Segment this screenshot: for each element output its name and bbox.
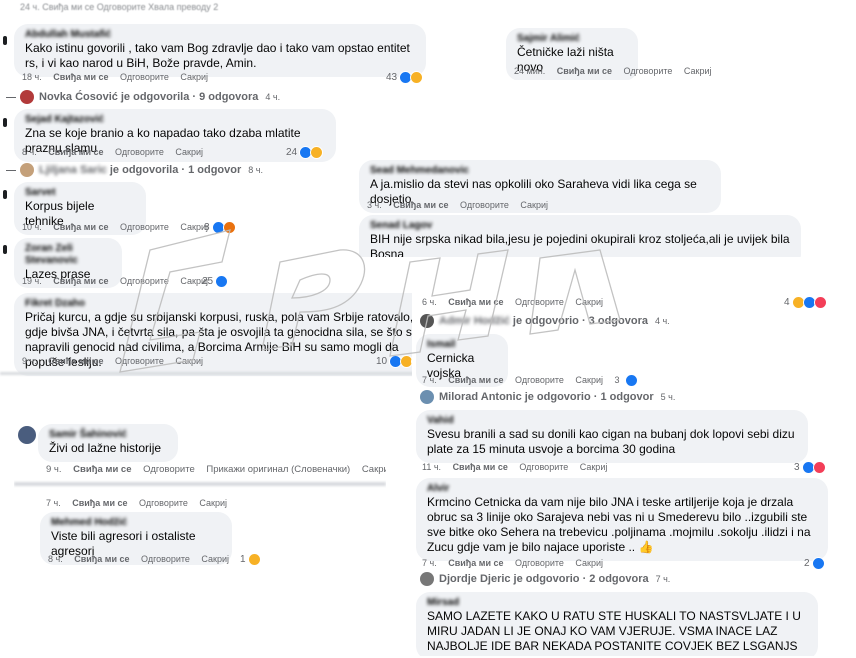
top-cut-actions: 24 ч. Свиђа ми се Одговорите Хвала прево…	[20, 2, 219, 12]
reaction-count[interactable]: 1	[240, 553, 261, 566]
avatar	[20, 163, 34, 177]
comment-actions: 6 ч. Свиђа ми се Одговорите Сакриј	[422, 297, 603, 307]
comment-text: Živi od lažne historije	[49, 441, 162, 455]
comment-author[interactable]: Mehmed Hodžić	[51, 517, 221, 529]
like-reaction-icon	[215, 275, 229, 288]
comment-actions: 3 ч. Свиђа ми се Одговорите Сакриј	[367, 200, 548, 210]
thread-marker	[3, 245, 7, 254]
comment-actions: 10 ч. Свиђа ми се Одговорите Сакриј	[22, 222, 208, 232]
replies-link[interactable]: Novka Ćosović je odgovorila · 9 odgovora…	[6, 90, 280, 104]
avatar	[420, 390, 434, 404]
reply-arrow-icon	[6, 169, 16, 171]
like-button[interactable]: Свиђа ми се	[53, 72, 108, 82]
comment-author[interactable]: Sarvet	[25, 187, 135, 199]
reaction-count[interactable]: 24	[286, 146, 324, 159]
avatar	[420, 314, 434, 328]
avatar	[420, 572, 434, 586]
comment-author[interactable]: Zoran Zeli Stevanovic	[25, 243, 111, 267]
love-reaction-icon	[813, 296, 827, 309]
avatar	[20, 90, 34, 104]
mid-right-comment-pane: Sead Mehmedanovic A ja.mislio da stevi n…	[355, 157, 805, 257]
comment-actions: 19 ч. Свиђа ми се Одговорите Сакриј	[22, 276, 208, 286]
comment-bubble: Mirsad SAMO LAZETE KAKO U RATU STE HUSKA…	[416, 592, 818, 656]
comment-text: Svesu branili a sad su donili kao cigan …	[427, 427, 795, 456]
comment-author[interactable]: Sead Mehmedanovic	[370, 165, 710, 177]
comment-bubble: Senad Lagov BIH nije srpska nikad bila,j…	[359, 215, 801, 257]
comment-bubble: Samir Šahinović Živi od lažne historije	[38, 424, 178, 462]
comment-actions: 11 ч. Свиђа ми се Одговорите Сакриј	[422, 462, 608, 472]
cut-divider	[0, 372, 440, 375]
haha-reaction-icon	[410, 71, 424, 84]
thread-marker	[3, 118, 7, 127]
comment-actions: 18 ч. Свиђа ми се Одговорите Сакриј	[22, 72, 217, 82]
comment-text: SAMO LAZETE KAKO U RATU STE HUSKALI TO N…	[427, 609, 801, 653]
comment-author[interactable]: Samir Šahinović	[49, 429, 167, 441]
bottom-left-comments-pane: Samir Šahinović Živi od lažne historije …	[14, 418, 386, 490]
reaction-count[interactable]: 43	[386, 71, 424, 84]
comment-bubble: Abdullah Mustafić Kako istinu govorili ,…	[14, 24, 426, 77]
replies-link[interactable]: Djordje Djeric je odgovorio · 2 odgovora…	[420, 572, 670, 586]
comment-author[interactable]: Alvir	[427, 483, 817, 495]
comment-actions: 9 ч. Свиђа ми се Одговорите Сакриј	[22, 356, 203, 366]
cut-divider	[14, 482, 386, 486]
comment-author[interactable]: Vahid	[427, 415, 797, 427]
comment-actions: 7 ч. Свиђа ми се Одговорите Сакриј 3	[422, 374, 647, 387]
top-right-comment-pane: Sajmir Alimić Četničke laži ništa novo 2…	[506, 24, 716, 80]
comment-author[interactable]: Ismail	[427, 339, 497, 351]
reaction-count[interactable]: 8	[204, 221, 236, 234]
comment-text: Krmcino Cetnicka da vam nije bilo JNA i …	[427, 495, 811, 554]
comment-actions: 8 ч. Свиђа ми се Одговорите Сакриј	[22, 147, 203, 157]
love-reaction-icon	[812, 461, 826, 474]
comment-time[interactable]: 18 ч.	[22, 72, 42, 82]
reaction-count[interactable]: 25	[202, 275, 229, 288]
reply-arrow-icon	[6, 96, 16, 98]
comment-actions: 8 ч. Свиђа ми се Одговорите Сакриј	[48, 554, 229, 564]
avatar	[18, 426, 36, 444]
comment-author[interactable]: Abdullah Mustafić	[25, 29, 415, 41]
comment-actions: 24 мин. Свиђа ми се Одговорите Сакриј	[514, 66, 712, 76]
reaction-count[interactable]: 4	[784, 296, 827, 309]
replies-link[interactable]: Milorad Antonic je odgovorio · 1 odgovor…	[420, 390, 675, 404]
comment-actions: 7 ч. Свиђа ми се Одговорите Сакриј	[422, 558, 603, 568]
right-comments-pane: 6 ч. Свиђа ми се Одговорите Сакриј 4 Adm…	[412, 292, 830, 656]
thread-marker	[3, 190, 7, 199]
comment-author[interactable]: Fikret Dzaho	[25, 298, 421, 310]
reaction-count[interactable]: 3	[794, 461, 826, 474]
reaction-count[interactable]: 2	[804, 557, 825, 570]
like-reaction-icon	[625, 374, 639, 387]
haha-reaction-icon	[247, 553, 261, 566]
bottom-left-comments-pane-2: 7 ч. Свиђа ми се Одговорите Сакриј Mehme…	[40, 496, 280, 572]
haha-reaction-icon	[310, 146, 324, 159]
comment-author[interactable]: Senad Lagov	[370, 220, 790, 232]
reply-button[interactable]: Одговорите	[120, 72, 169, 82]
comment-bubble: Alvir Krmcino Cetnicka da vam nije bilo …	[416, 478, 828, 561]
comment-actions: 9 ч. Свиђа ми се Одговорите Прикажи ориг…	[46, 464, 386, 475]
comment-author[interactable]: Sajmir Alimić	[517, 33, 627, 45]
like-reaction-icon	[811, 557, 825, 570]
replies-link[interactable]: Ljiljana Saric je odgovorila · 1 odgovor…	[6, 163, 263, 177]
thread-marker	[3, 36, 7, 45]
hide-button[interactable]: Сакриј	[180, 72, 208, 82]
comment-text: Kako istinu govorili , tako vam Bog zdra…	[25, 41, 410, 70]
comment-actions: 7 ч. Свиђа ми се Одговорите Сакриј	[46, 498, 227, 508]
comment-text: BIH nije srpska nikad bila,jesu je pojed…	[370, 232, 790, 257]
angry-reaction-icon	[222, 221, 236, 234]
comment-author[interactable]: Sejad Kajtazović	[25, 114, 325, 126]
replies-link[interactable]: Admir Hodžić je odgovorio · 3 odgovora 4…	[420, 314, 670, 328]
comment-bubble: Vahid Svesu branili a sad su donili kao …	[416, 410, 808, 463]
comment-author[interactable]: Mirsad	[427, 597, 807, 609]
